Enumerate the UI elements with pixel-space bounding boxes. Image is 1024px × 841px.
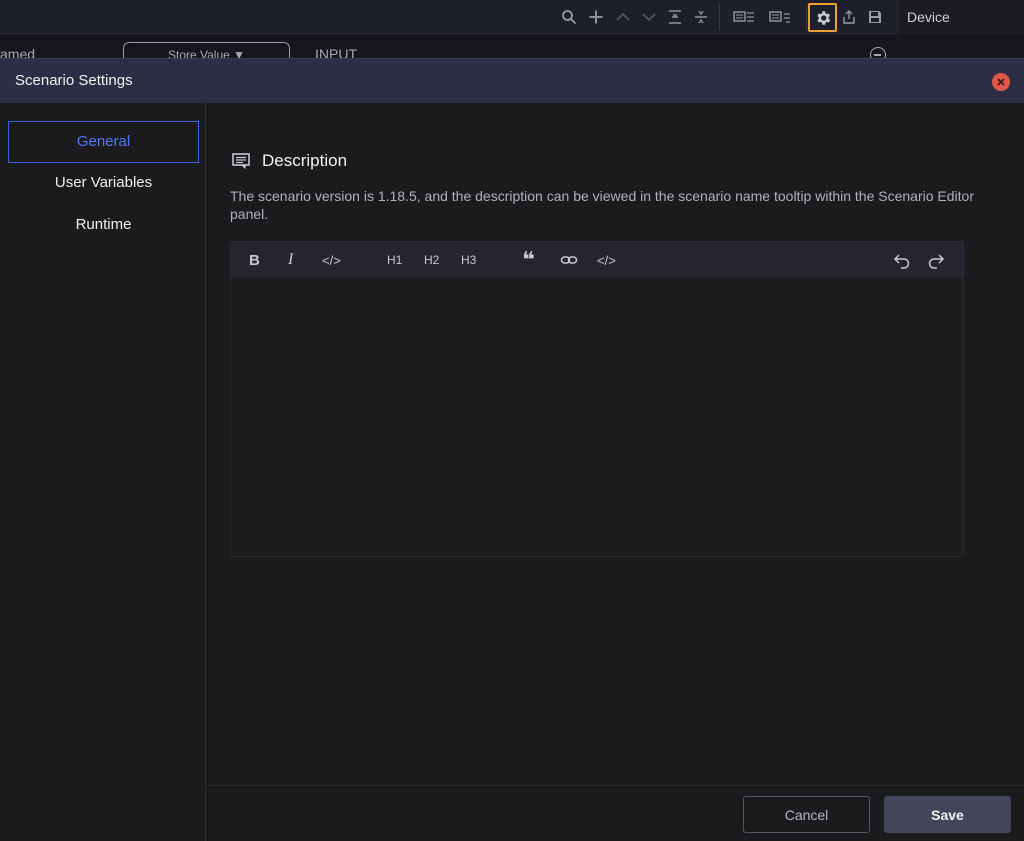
heading-2-button[interactable]: H2 [424, 251, 439, 269]
inline-code-button[interactable]: </> [322, 251, 341, 269]
undo-icon [893, 254, 910, 269]
blockquote-button[interactable]: ❝ [522, 247, 535, 272]
save-button[interactable]: Save [884, 796, 1011, 833]
chevron-down-icon[interactable] [640, 8, 658, 26]
comment-icon [232, 153, 250, 169]
panel-right-icon[interactable] [768, 8, 792, 26]
link-icon [560, 256, 578, 264]
cancel-button[interactable]: Cancel [743, 796, 870, 833]
split-icon[interactable] [692, 8, 710, 26]
settings-sidebar: General User Variables Runtime [0, 103, 206, 841]
plus-icon[interactable] [587, 8, 605, 26]
sidebar-item-general[interactable]: General [8, 121, 199, 163]
editor-toolbar: B I </> H1 H2 H3 ❝ </> [231, 242, 963, 278]
rich-text-editor: B I </> H1 H2 H3 ❝ </> [230, 241, 964, 557]
device-panel: Device [897, 0, 1024, 34]
chevron-up-icon[interactable] [614, 8, 632, 26]
gear-icon[interactable] [808, 3, 837, 32]
export-icon[interactable] [840, 8, 858, 26]
scenario-settings-dialog: Scenario Settings General User Variables… [0, 58, 1024, 841]
editor-text-area[interactable] [231, 278, 963, 556]
dialog-footer: Cancel Save [207, 785, 1024, 841]
save-icon[interactable] [866, 8, 884, 26]
redo-button[interactable] [927, 251, 945, 269]
app-toolbar: Device [0, 0, 1024, 34]
toolbar-divider [806, 4, 807, 30]
panel-left-icon[interactable] [732, 8, 756, 26]
background-row: amed Store Value ▼ INPUT [0, 34, 1024, 64]
bold-button[interactable]: B [249, 251, 260, 269]
italic-button[interactable]: I [288, 251, 293, 269]
settings-content: Description The scenario version is 1.18… [207, 103, 1024, 785]
device-label: Device [907, 9, 950, 25]
link-button[interactable] [560, 251, 578, 269]
sidebar-item-runtime[interactable]: Runtime [8, 205, 199, 247]
code-block-button[interactable]: </> [597, 251, 616, 269]
close-icon [997, 78, 1005, 86]
undo-button[interactable] [893, 251, 911, 269]
dialog-title: Scenario Settings [15, 72, 133, 89]
dialog-header: Scenario Settings [0, 59, 1024, 103]
description-help-text: The scenario version is 1.18.5, and the … [230, 188, 974, 222]
description-heading: Description [262, 151, 348, 170]
search-icon[interactable] [560, 8, 578, 26]
heading-1-button[interactable]: H1 [387, 251, 402, 269]
close-button[interactable] [992, 73, 1010, 91]
redo-icon [928, 254, 945, 269]
align-center-icon[interactable] [666, 8, 684, 26]
toolbar-divider [719, 4, 720, 30]
sidebar-item-user-variables[interactable]: User Variables [8, 163, 199, 205]
heading-3-button[interactable]: H3 [461, 251, 476, 269]
